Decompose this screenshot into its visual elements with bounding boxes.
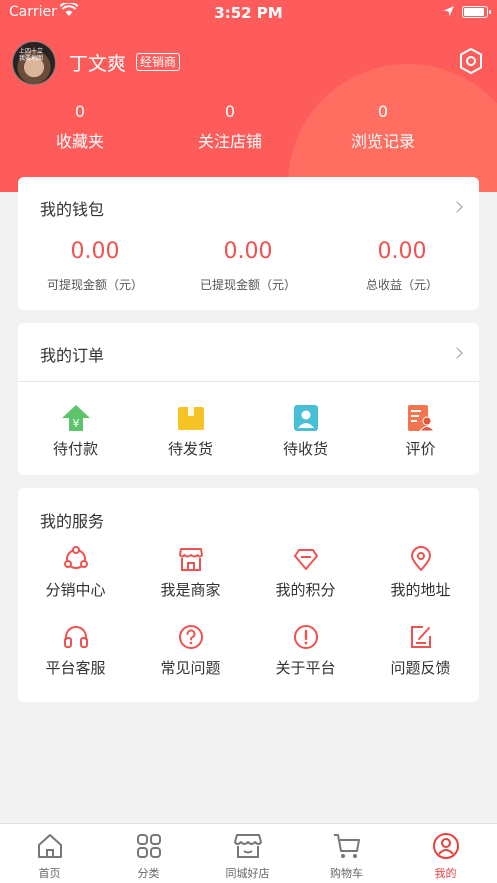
tab-home[interactable]: 首页 [0,830,99,881]
wallet-total-earnings: 0.00 总收益（元） [325,239,479,293]
clock: 3:52 PM [214,4,283,22]
service-merchant[interactable]: 我是商家 [133,544,248,600]
wallet-card: 我的钱包 0.00 可提现金额（元） 0.00 已提现金额（元） 0.00 总收… [18,177,479,310]
stat-label: 浏览记录 [350,132,415,151]
order-pending-payment[interactable]: ¥ 待付款 [18,403,133,459]
cart-icon [333,834,360,858]
review-icon [407,405,435,432]
battery-icon [462,6,491,18]
stat-label: 关注店铺 [197,132,262,151]
question-icon [178,625,203,649]
profile-header: Carrier 3:52 PM 上四十立 我要地图 丁文爽 经销商 0 收藏夹 … [0,0,497,192]
service-label: 关于平台 [275,659,336,677]
pending-payment-icon: ¥ [61,405,90,431]
service-address[interactable]: 我的地址 [363,544,478,600]
tab-label: 分类 [137,867,160,880]
orders-card: 我的订单 ¥ 待付款 待发货 待收货 评价 [18,323,479,475]
service-label: 我是商家 [160,581,221,599]
distribution-icon [63,546,88,569]
order-review[interactable]: 评价 [363,403,478,459]
wallet-label: 总收益（元） [365,278,438,292]
service-label: 我的地址 [390,581,451,599]
avatar-caption-1: 上四十立 [19,48,44,55]
divider [18,381,479,382]
wallet-label: 可提现金额（元） [46,278,143,292]
wallet-value: 0.00 [377,239,427,264]
store-icon [233,834,262,858]
stat-favorites[interactable]: 0 收藏夹 [0,100,160,152]
chevron-right-icon[interactable] [451,201,463,213]
service-label: 问题反馈 [390,659,451,677]
stats-row: 0 收藏夹 0 关注店铺 0 浏览记录 [0,100,497,156]
tab-local-stores[interactable]: 同城好店 [198,830,297,881]
tab-label: 购物车 [330,867,363,880]
tab-profile[interactable]: 我的 [396,830,495,881]
order-label: 待收货 [282,440,328,458]
service-distribution[interactable]: 分销中心 [18,544,133,600]
user-name: 丁文爽 [69,53,127,75]
services-title: 我的服务 [40,512,105,531]
service-label: 常见问题 [160,659,221,677]
info-icon [293,625,318,649]
location-pin-icon [410,546,431,571]
service-faq[interactable]: 常见问题 [133,622,248,678]
pending-shipment-icon [177,407,204,430]
service-about[interactable]: 关于平台 [248,622,363,678]
orders-title: 我的订单 [40,346,105,365]
wallet-withdrawable: 0.00 可提现金额（元） [18,239,172,293]
pending-receipt-icon [293,405,318,431]
stat-value: 0 [224,102,236,121]
service-points[interactable]: 我的积分 [248,544,363,600]
stat-label: 收藏夹 [55,132,104,151]
service-feedback[interactable]: 问题反馈 [363,622,478,678]
stat-value: 0 [377,102,389,121]
order-label: 待付款 [52,440,98,458]
service-label: 我的积分 [275,581,336,599]
wallet-label: 已提现金额（元） [199,278,296,292]
wallet-withdrawn: 0.00 已提现金额（元） [171,239,325,293]
wallet-value: 0.00 [223,239,273,264]
category-icon [136,834,161,858]
stat-value: 0 [74,102,86,121]
stat-history[interactable]: 0 浏览记录 [303,100,463,152]
headset-icon [63,626,88,648]
wallet-title: 我的钱包 [40,200,105,219]
order-pending-shipment[interactable]: 待发货 [133,403,248,459]
wallet-value: 0.00 [70,239,120,264]
chevron-right-icon[interactable] [451,347,463,359]
tab-label: 首页 [38,867,61,880]
tab-cart[interactable]: 购物车 [297,830,396,881]
order-pending-receipt[interactable]: 待收货 [248,403,363,459]
avatar[interactable]: 上四十立 我要地图 [12,41,56,85]
tab-bar: 首页 分类 同城好店 购物车 我的 [0,823,497,883]
service-label: 分销中心 [45,581,106,599]
location-arrow-icon [444,6,454,16]
settings-icon[interactable] [458,47,484,75]
stat-followed-shops[interactable]: 0 关注店铺 [150,100,310,152]
service-customer-support[interactable]: 平台客服 [18,622,133,678]
svg-text:¥: ¥ [72,417,79,430]
feedback-icon [410,626,431,648]
diamond-icon [293,549,318,570]
home-icon [37,834,62,858]
services-card: 我的服务 分销中心 我是商家 我的积分 我的地址 平台客服 常见问题 关于平台 … [18,488,479,702]
role-badge: 经销商 [136,53,181,71]
tab-label: 我的 [434,867,457,880]
tab-label: 同城好店 [225,867,270,880]
avatar-caption-2: 我要地图 [19,55,44,62]
shop-icon [178,548,203,571]
service-label: 平台客服 [45,659,106,677]
tab-category[interactable]: 分类 [99,830,198,881]
profile-icon [432,833,459,859]
order-label: 评价 [405,440,436,458]
status-bar: Carrier 3:52 PM [0,0,497,26]
order-label: 待发货 [167,440,213,458]
